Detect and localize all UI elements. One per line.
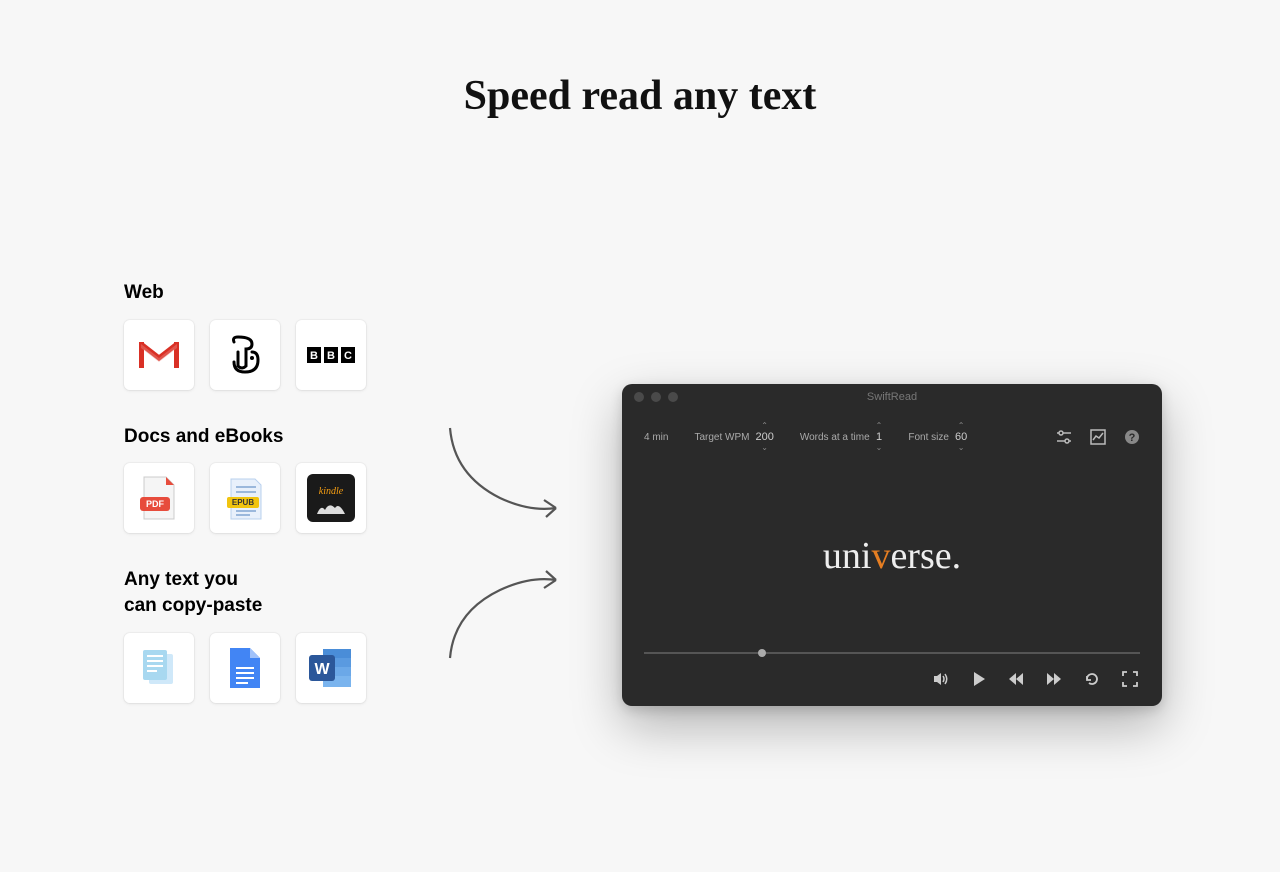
fontsize-up[interactable]: ⌃ <box>958 422 965 430</box>
nyt-icon <box>210 320 280 390</box>
fontsize-down[interactable]: ⌄ <box>958 444 965 452</box>
section-label-anytext: Any text you can copy-paste <box>124 567 404 618</box>
pdf-icon: PDF <box>124 463 194 533</box>
volume-icon[interactable] <box>932 670 950 688</box>
fontsize-label: Font size <box>908 432 949 443</box>
time-remaining: 4 min <box>644 432 668 443</box>
reader-post: erse. <box>890 535 961 577</box>
arrow-top <box>440 420 570 530</box>
kindle-icon: kindle <box>296 463 366 533</box>
restart-icon[interactable] <box>1084 671 1100 687</box>
anytext-icons-row: W <box>124 633 404 703</box>
page-title: Speed read any text <box>0 72 1280 120</box>
svg-text:EPUB: EPUB <box>232 498 254 507</box>
text-file-icon <box>124 633 194 703</box>
stats-chart-icon[interactable] <box>1090 429 1106 445</box>
time-remaining-value: 4 min <box>644 432 668 443</box>
words-value: 1 <box>876 430 882 444</box>
words-control[interactable]: Words at a time ⌃ 1 ⌄ <box>800 422 883 452</box>
svg-text:B: B <box>310 350 318 362</box>
titlebar: SwiftRead <box>622 384 1162 410</box>
reader-pre: uni <box>823 535 872 577</box>
help-icon[interactable]: ? <box>1124 429 1140 445</box>
app-window: SwiftRead 4 min Target WPM ⌃ 200 ⌄ Words… <box>622 384 1162 706</box>
settings-sliders-icon[interactable] <box>1056 429 1072 445</box>
web-icons-row: B B C <box>124 320 404 390</box>
fontsize-value: 60 <box>955 430 967 444</box>
toolbar: 4 min Target WPM ⌃ 200 ⌄ Words at a time… <box>622 410 1162 460</box>
words-down[interactable]: ⌄ <box>876 444 883 452</box>
wpm-value: 200 <box>755 430 773 444</box>
gmail-icon <box>124 320 194 390</box>
wpm-label: Target WPM <box>694 432 749 443</box>
words-label: Words at a time <box>800 432 870 443</box>
svg-text:C: C <box>344 350 352 362</box>
google-docs-icon <box>210 633 280 703</box>
bbc-icon: B B C <box>296 320 366 390</box>
word-icon: W <box>296 633 366 703</box>
arrow-bottom <box>440 562 570 666</box>
section-label-docs: Docs and eBooks <box>124 424 404 450</box>
section-label-web: Web <box>124 280 404 306</box>
reader-area: universe. <box>622 460 1162 652</box>
fullscreen-icon[interactable] <box>1122 671 1138 687</box>
reader-word: universe. <box>823 534 961 578</box>
svg-text:?: ? <box>1129 432 1136 444</box>
epub-icon: EPUB <box>210 463 280 533</box>
svg-text:B: B <box>327 350 335 362</box>
fontsize-control[interactable]: Font size ⌃ 60 ⌄ <box>908 422 967 452</box>
rewind-icon[interactable] <box>1008 672 1024 686</box>
progress-track[interactable] <box>644 652 1140 654</box>
window-title: SwiftRead <box>622 391 1162 403</box>
docs-icons-row: PDF EPUB kindle <box>124 463 404 533</box>
wpm-up[interactable]: ⌃ <box>761 422 768 430</box>
svg-text:PDF: PDF <box>146 499 165 509</box>
wpm-control[interactable]: Target WPM ⌃ 200 ⌄ <box>694 422 773 452</box>
words-up[interactable]: ⌃ <box>876 422 883 430</box>
play-icon[interactable] <box>972 671 986 687</box>
svg-text:kindle: kindle <box>319 486 344 497</box>
sources-column: Web B B C <box>124 280 404 737</box>
wpm-down[interactable]: ⌄ <box>761 444 768 452</box>
svg-text:W: W <box>314 661 330 678</box>
forward-icon[interactable] <box>1046 672 1062 686</box>
playback-controls <box>622 654 1162 706</box>
reader-accent: v <box>871 535 890 577</box>
